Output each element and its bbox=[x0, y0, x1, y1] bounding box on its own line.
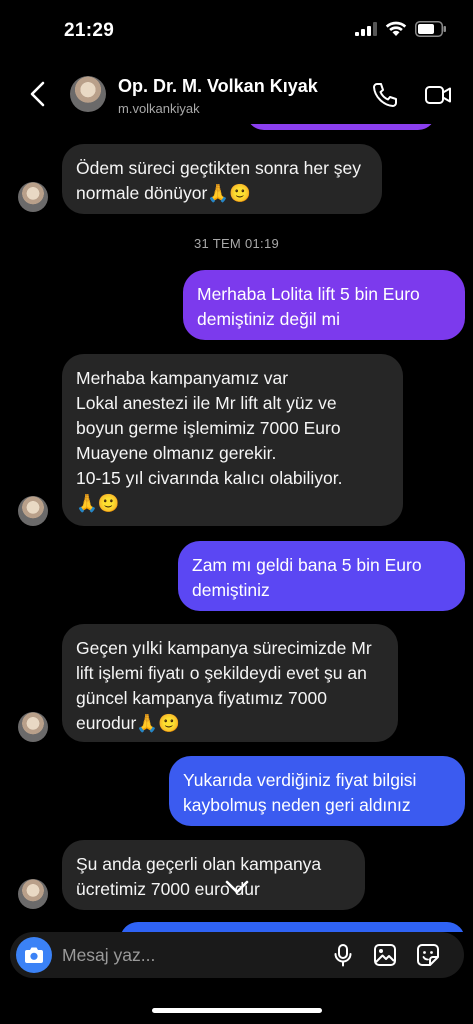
camera-button[interactable] bbox=[16, 937, 52, 973]
message-input[interactable]: Mesaj yaz... bbox=[62, 945, 155, 966]
home-indicator bbox=[152, 1008, 322, 1013]
message-list[interactable]: Ödem süreci geçtikten sonra her şey norm… bbox=[0, 124, 473, 932]
incoming-message[interactable]: Ödem süreci geçtikten sonra her şey norm… bbox=[62, 144, 382, 214]
message-composer[interactable]: Mesaj yaz... bbox=[10, 932, 464, 978]
battery-icon bbox=[415, 21, 446, 37]
contact-avatar[interactable] bbox=[70, 76, 106, 112]
incoming-message[interactable]: Merhaba kampanyamız var Lokal anestezi i… bbox=[62, 354, 403, 526]
outgoing-message[interactable]: Zam mı geldi bana 5 bin Euro demiştiniz bbox=[178, 541, 465, 611]
contact-username[interactable]: m.volkankiyak bbox=[118, 101, 200, 116]
status-icons bbox=[355, 21, 447, 37]
wifi-icon bbox=[385, 21, 407, 36]
sender-avatar[interactable] bbox=[18, 879, 48, 909]
outgoing-message[interactable]: Yukarıda verdiğiniz fiyat bilgisi kaybol… bbox=[169, 756, 465, 826]
sticker-icon[interactable] bbox=[415, 942, 441, 968]
phone-icon[interactable] bbox=[370, 80, 400, 110]
camera-icon bbox=[25, 947, 43, 963]
contact-name[interactable]: Op. Dr. M. Volkan Kıyak bbox=[118, 76, 318, 97]
status-time: 21:29 bbox=[64, 20, 115, 41]
incoming-message[interactable]: Şu anda geçerli olan kampanya ücretimiz … bbox=[62, 840, 365, 910]
microphone-icon[interactable] bbox=[330, 942, 356, 968]
outgoing-message[interactable]: Merhaba Lolita lift 5 bin Euro demiştini… bbox=[183, 270, 465, 340]
next-outgoing-bubble bbox=[120, 922, 465, 932]
incoming-message[interactable]: Geçen yılki kampanya sürecimizde Mr lift… bbox=[62, 624, 398, 742]
gallery-icon[interactable] bbox=[372, 942, 398, 968]
sender-avatar[interactable] bbox=[18, 496, 48, 526]
back-chevron-icon[interactable] bbox=[24, 78, 52, 110]
date-separator: 31 TEM 01:19 bbox=[193, 236, 280, 251]
sender-avatar[interactable] bbox=[18, 182, 48, 212]
scroll-down-chevron-icon[interactable] bbox=[222, 876, 252, 898]
video-icon[interactable] bbox=[423, 80, 453, 110]
sender-avatar[interactable] bbox=[18, 712, 48, 742]
chat-header: Op. Dr. M. Volkan Kıyak m.volkankiyak bbox=[0, 62, 473, 124]
cellular-signal-icon bbox=[355, 22, 377, 36]
status-bar: 21:29 bbox=[0, 0, 473, 62]
previous-outgoing-bubble bbox=[246, 124, 436, 130]
